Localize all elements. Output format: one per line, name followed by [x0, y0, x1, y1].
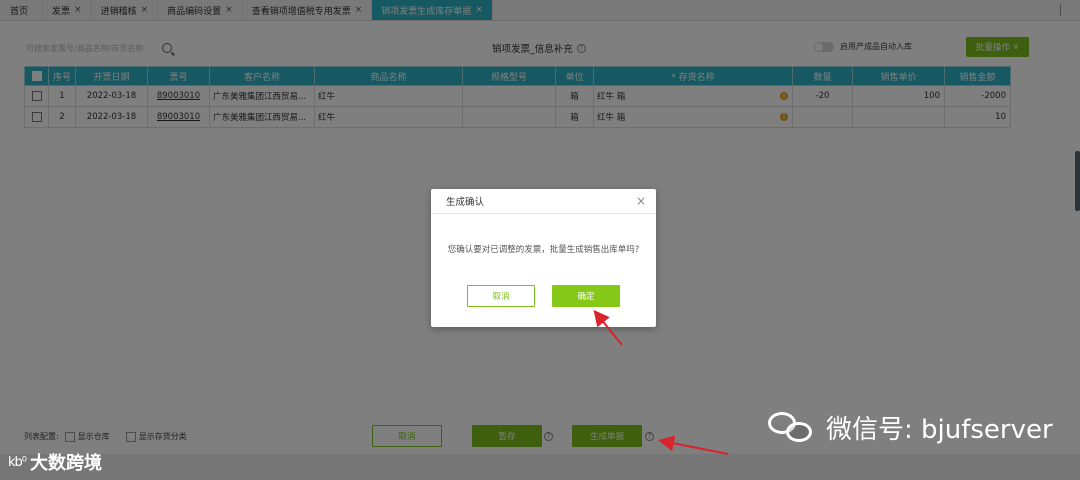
dialog-cancel-button[interactable]: 取消 — [467, 285, 535, 307]
wechat-icon — [768, 408, 818, 446]
close-icon[interactable]: × — [636, 194, 646, 208]
watermark-right-text: 微信号: bjufserver — [826, 414, 1053, 445]
watermark-left: kb⁰ 大数跨境 — [8, 449, 102, 475]
watermark-right: 微信号: bjufserver — [768, 408, 1053, 446]
dialog-buttons: 取消 确定 — [431, 285, 656, 307]
watermark-logo: kb⁰ — [8, 454, 27, 470]
dialog-confirm-button[interactable]: 确定 — [552, 285, 620, 307]
confirm-dialog: 生成确认 × 您确认要对已调整的发票，批量生成销售出库单吗? 取消 确定 — [431, 189, 656, 327]
dialog-title: 生成确认 — [446, 197, 485, 208]
watermark-left-text: 大数跨境 — [30, 453, 102, 474]
dialog-header: 生成确认 × — [431, 189, 656, 214]
dialog-message: 您确认要对已调整的发票，批量生成销售出库单吗? — [447, 245, 640, 255]
